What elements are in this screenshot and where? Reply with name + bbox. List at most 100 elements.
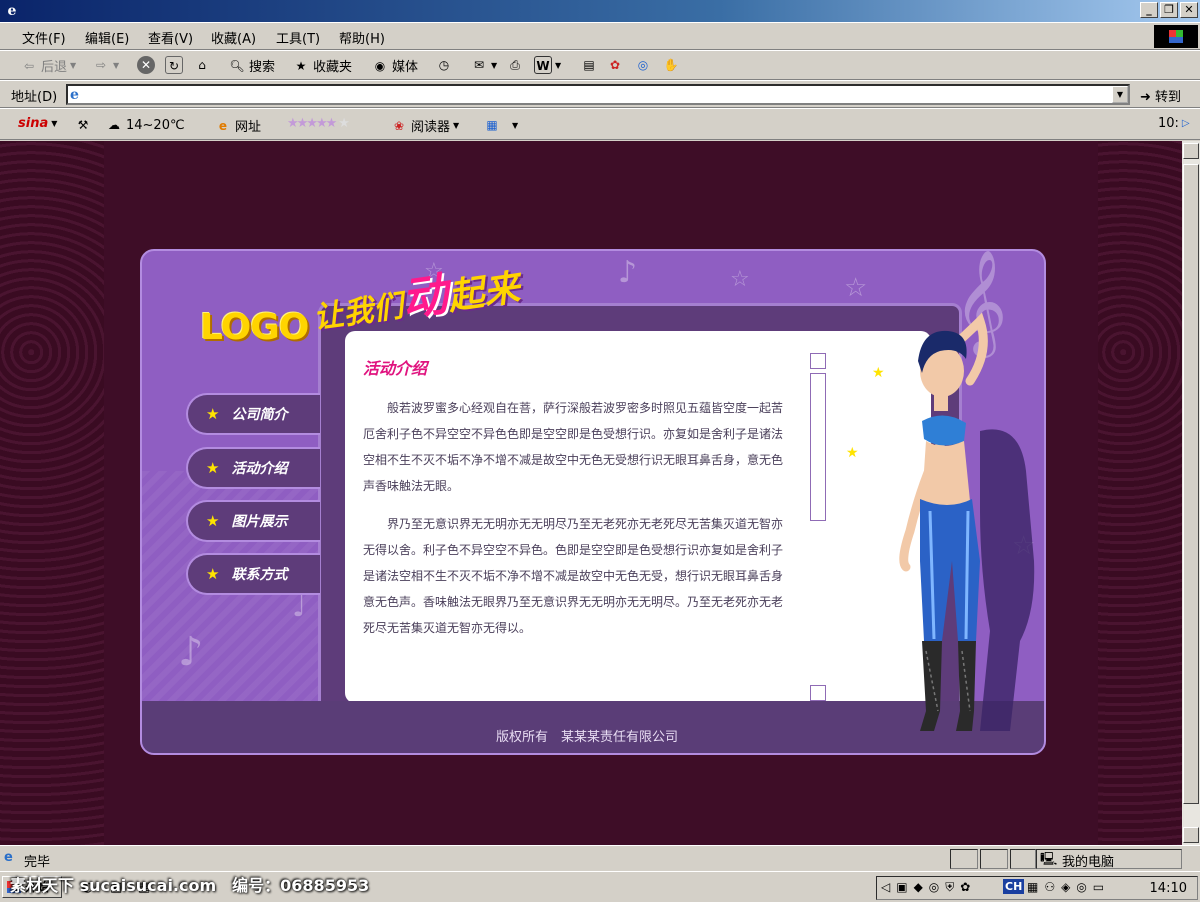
print-button[interactable]: ⎙ bbox=[506, 56, 524, 74]
web-icon: e bbox=[218, 118, 228, 133]
url-label: 网址 bbox=[235, 120, 262, 135]
nav-label: 图片展示 bbox=[231, 514, 288, 530]
star-icon: ★ bbox=[206, 565, 220, 583]
restore-button[interactable]: ❐ bbox=[1160, 2, 1178, 18]
back-arrow-icon: ⇦ bbox=[23, 58, 35, 73]
page-options-button[interactable]: ▦ ▼ bbox=[483, 116, 518, 134]
edit-word-button[interactable]: W ▼ bbox=[534, 56, 561, 74]
tray-icons[interactable]: ◁▣◆◎⛨✿ bbox=[881, 880, 976, 895]
search-button[interactable]: 🔍︎ 搜索 bbox=[228, 56, 275, 76]
weather-button[interactable]: ☁ 14~20℃ bbox=[105, 116, 185, 134]
weather-text: 14~20℃ bbox=[126, 117, 185, 133]
favorites-button[interactable]: ★ 收藏夹 bbox=[292, 56, 352, 76]
forward-button[interactable]: ⇨ ▼ bbox=[92, 56, 119, 74]
rating-stars[interactable]: ★★★★★ ★ bbox=[287, 116, 350, 131]
site-template: ☆ ♪ ☆ ☆ 𝄞 ♪ ♩ ☆ LOGO 让我们动起来 活动介绍 般若波罗蜜多心… bbox=[140, 249, 1046, 755]
page-scrollbar[interactable] bbox=[1182, 141, 1200, 845]
chevron-right-icon: ▷ bbox=[1181, 118, 1190, 129]
slogan-part-3: 起来 bbox=[445, 267, 523, 319]
system-tray: ◁▣◆◎⛨✿ CH ▦⚇◈◎▭ 14:10 bbox=[876, 876, 1198, 900]
page-viewport: ☆ ♪ ☆ ☆ 𝄞 ♪ ♩ ☆ LOGO 让我们动起来 活动介绍 般若波罗蜜多心… bbox=[0, 141, 1182, 845]
watermark-text: 素材天下 sucaisucai.com 编号：06885953 bbox=[10, 876, 370, 895]
slogan-part-2: 动 bbox=[398, 266, 452, 327]
address-label: 地址(D) bbox=[11, 90, 58, 105]
home-icon: ⌂ bbox=[198, 58, 206, 72]
close-button[interactable]: ✕ bbox=[1180, 2, 1198, 18]
nav-contact[interactable]: ★ 联系方式 bbox=[186, 553, 320, 595]
stop-button[interactable]: ✕ bbox=[137, 56, 155, 74]
page-background-pattern-right bbox=[1098, 141, 1182, 845]
word-icon: W bbox=[534, 56, 552, 74]
sina-button[interactable]: sina ▼ bbox=[18, 116, 57, 131]
scroll-up-box[interactable] bbox=[810, 353, 826, 369]
go-button[interactable]: ➜ 转到 bbox=[1140, 86, 1181, 105]
url-button[interactable]: e 网址 bbox=[214, 116, 262, 136]
content-paragraph-1: 般若波罗蜜多心经观自在菩，萨行深般若波罗密多时照见五蕴皆空度一起苦厄舍利子色不异… bbox=[363, 401, 784, 493]
nav-label: 公司简介 bbox=[231, 407, 288, 423]
minimize-button[interactable]: _ bbox=[1140, 2, 1158, 18]
dancer-illustration bbox=[899, 312, 1035, 731]
page-done-icon: e bbox=[4, 850, 13, 865]
content-paragraph-2: 界乃至无意识界无无明亦无无明尽乃至无老死亦无老死尽无苦集灭道无智亦无得以舍。利子… bbox=[363, 517, 784, 635]
mail-button[interactable]: ✉ ▼ bbox=[470, 56, 497, 74]
scroll-down-box[interactable] bbox=[810, 685, 826, 701]
paw-icon: ✋ bbox=[663, 58, 679, 72]
menu-tools[interactable]: 工具(T) bbox=[276, 28, 320, 47]
weather-icon: ☁ bbox=[108, 118, 120, 132]
window-titlebar: e _ ❐ ✕ bbox=[0, 0, 1200, 22]
reader-button[interactable]: ❀ 阅读器 ▼ bbox=[390, 116, 459, 136]
site-logo[interactable]: LOGO bbox=[200, 307, 309, 348]
page-options-icon: ▦ bbox=[486, 118, 498, 132]
qq-button[interactable]: ◎ bbox=[634, 56, 652, 74]
star-icon: ★ bbox=[206, 405, 220, 423]
tray-icons-2[interactable]: ▦⚇◈◎▭ bbox=[1027, 880, 1110, 894]
home-button[interactable]: ⌂ bbox=[193, 56, 211, 74]
computer-icon: 🖳︎ bbox=[1040, 852, 1058, 867]
links-overflow[interactable]: 10: ▷ bbox=[1158, 116, 1190, 131]
scroll-track[interactable] bbox=[810, 373, 826, 521]
extension-button[interactable]: ✋ bbox=[662, 56, 680, 74]
music-note-icon: ♪ bbox=[618, 255, 638, 290]
menu-favorites[interactable]: 收藏(A) bbox=[211, 28, 256, 47]
menu-file[interactable]: 文件(F) bbox=[22, 28, 66, 47]
menu-view[interactable]: 查看(V) bbox=[148, 28, 193, 47]
back-button[interactable]: ⇦ 后退 ▼ bbox=[20, 56, 76, 76]
mail-icon: ✉ bbox=[473, 58, 485, 72]
hammer-icon: ⚒ bbox=[77, 118, 89, 132]
qq-icon: ◎ bbox=[637, 58, 649, 72]
scroll-up-button[interactable] bbox=[1183, 143, 1199, 159]
scroll-down-button[interactable] bbox=[1183, 827, 1199, 843]
menu-help[interactable]: 帮助(H) bbox=[339, 28, 385, 47]
messenger-button[interactable]: ✿ bbox=[606, 56, 624, 74]
nav-label: 联系方式 bbox=[231, 567, 288, 583]
sparkle-star-icon: ★ bbox=[872, 365, 885, 381]
menu-bar: 文件(F) 编辑(E) 查看(V) 收藏(A) 工具(T) 帮助(H) bbox=[0, 22, 1200, 50]
address-input[interactable]: e ▼ bbox=[66, 84, 1130, 105]
nav-gallery[interactable]: ★ 图片展示 bbox=[186, 500, 320, 542]
address-dropdown-button[interactable]: ▼ bbox=[1112, 86, 1128, 103]
nav-activity-intro[interactable]: ★ 活动介绍 bbox=[186, 447, 320, 489]
discuss-button[interactable]: ▤ bbox=[580, 56, 598, 74]
star-icon: ★ bbox=[206, 459, 220, 477]
history-button[interactable]: ◷ bbox=[435, 56, 453, 74]
stop-icon: ✕ bbox=[137, 56, 155, 74]
scroll-thumb[interactable] bbox=[1183, 164, 1199, 804]
nav-company-profile[interactable]: ★ 公司简介 bbox=[186, 393, 320, 435]
messenger-icon: ✿ bbox=[609, 58, 621, 72]
content-title: 活动介绍 bbox=[363, 359, 428, 378]
windows-logo-icon bbox=[1154, 25, 1198, 48]
music-note-icon: ♪ bbox=[178, 629, 204, 675]
reader-label: 阅读器 bbox=[411, 120, 451, 135]
refresh-button[interactable]: ↻ bbox=[165, 56, 183, 74]
history-icon: ◷ bbox=[438, 58, 450, 72]
slogan-part-1: 让我们 bbox=[311, 288, 406, 337]
favorites-icon: ★ bbox=[295, 58, 307, 73]
media-button[interactable]: ◉ 媒体 bbox=[371, 56, 419, 76]
media-label: 媒体 bbox=[392, 60, 419, 75]
media-icon: ◉ bbox=[374, 58, 386, 73]
menu-edit[interactable]: 编辑(E) bbox=[85, 28, 129, 47]
star-decoration-icon: ☆ bbox=[730, 267, 750, 292]
input-method-indicator[interactable]: CH bbox=[1003, 879, 1025, 894]
reader-icon: ❀ bbox=[393, 118, 405, 133]
tools-button[interactable]: ⚒ bbox=[74, 116, 92, 134]
